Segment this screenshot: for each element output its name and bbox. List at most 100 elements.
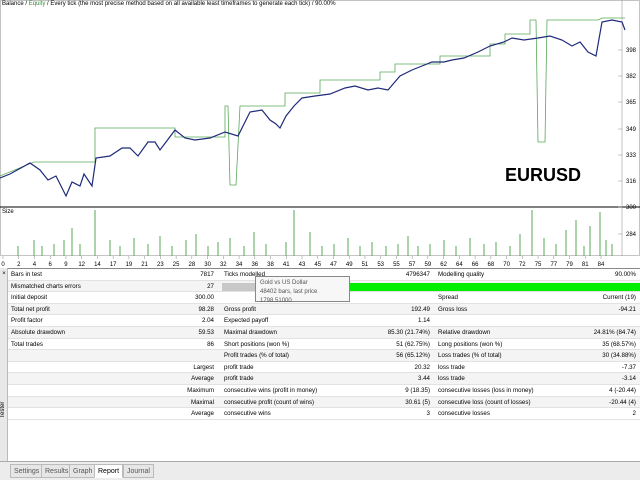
largest-label: Largest <box>193 363 214 371</box>
tab-settings[interactable]: Settings <box>10 464 44 478</box>
profit-factor-value: 2.04 <box>201 317 214 325</box>
net-profit-value: 98.28 <box>198 305 214 313</box>
balance-equity-chart: 398 382 365 349 333 316 300 284 0 2 4 6 9 12 14 17 19 21 2… <box>0 0 640 268</box>
absolute-drawdown-label: Absolute drawdown <box>11 329 66 336</box>
y-tick-label: 398 <box>626 48 637 54</box>
bars-label: Bars in test <box>11 271 42 278</box>
total-trades-label: Total trades <box>11 340 43 348</box>
tester-side-tab[interactable]: Tester <box>0 268 8 461</box>
avg-losses-label: consecutive losses <box>438 410 490 418</box>
y-tick-label: 316 <box>626 179 637 185</box>
chart-legend: Balance / Equity / Every tick (the most … <box>2 1 336 7</box>
size-label: Size <box>2 209 14 215</box>
tooltip-detail: 48402 bars, last price 1798.51000 <box>260 289 318 304</box>
mismatch-label: Mismatched charts errors <box>11 282 81 290</box>
average-profit-label: profit trade <box>224 375 254 383</box>
long-positions-label: Long positions (won %) <box>438 340 503 348</box>
spread-label: Spread <box>438 294 458 302</box>
relative-drawdown-label: Relative drawdown <box>438 329 491 336</box>
expected-payoff-label: Expected payoff <box>224 317 269 325</box>
long-positions-value: 35 (68.57%) <box>602 340 636 348</box>
equity-line <box>0 17 625 186</box>
maximal-loss-label: consecutive loss (count of losses) <box>438 398 531 406</box>
maximum-label: Maximum <box>187 387 214 394</box>
gross-profit-label: Gross profit <box>224 305 256 313</box>
max-losses-value: 4 (-20.44) <box>609 387 636 394</box>
largest-loss-value: -7.37 <box>621 363 636 371</box>
gross-profit-value: 192.49 <box>411 305 430 313</box>
max-losses-label: consecutive losses (loss in money) <box>438 387 534 394</box>
maximal-profit-value: 30.61 (5) <box>405 398 430 406</box>
maximal-label: Maximal <box>190 398 214 406</box>
chart-canvas: 3983823653493333163002840 2 4 6 9 12 14 17 19 21 2… <box>0 0 640 268</box>
maximal-profit-label: consecutive profit (count of wins) <box>224 398 315 406</box>
short-positions-label: Short positions (won %) <box>224 340 290 348</box>
legend-description: / Every tick (the most precise method ba… <box>45 1 336 7</box>
avg-wins-value: 3 <box>426 410 430 418</box>
largest-profit-label: profit trade <box>224 363 254 371</box>
y-tick-label: 333 <box>626 153 637 159</box>
y-tick-label: 382 <box>626 74 637 80</box>
largest-loss-label: loss trade <box>438 363 465 371</box>
spread-value: Current (19) <box>602 294 636 302</box>
table-row: Largest profit trade 20.32 loss trade -7… <box>8 362 640 374</box>
table-row: Maximum consecutive wins (profit in mone… <box>8 385 640 397</box>
average-profit-value: 3.44 <box>417 375 430 383</box>
avg-wins-label: consecutive wins <box>224 410 271 418</box>
table-row: Total trades 86 Short positions (won %) … <box>8 339 640 351</box>
mismatch-value: 27 <box>207 282 214 290</box>
y-tick-label: 300 <box>626 205 637 211</box>
absolute-drawdown-value: 59.53 <box>198 329 214 336</box>
tester-label: Tester <box>0 401 6 418</box>
symbol-overlay: EURUSD <box>505 165 582 185</box>
average-loss-value: -3.14 <box>621 375 636 383</box>
maximal-drawdown-label: Maximal drawdown <box>224 329 277 336</box>
gross-loss-label: Gross loss <box>438 305 468 313</box>
y-tick-label: 365 <box>626 100 637 106</box>
legend-equity: Equity <box>28 1 46 7</box>
table-row: Average profit trade 3.44 loss trade -3.… <box>8 373 640 385</box>
gross-loss-value: -94.21 <box>618 305 636 313</box>
tab-results[interactable]: Results <box>41 464 73 478</box>
profit-trades-label: Profit trades (% of total) <box>224 352 289 360</box>
table-row: Profit trades (% of total) 56 (65.12%) L… <box>8 350 640 362</box>
quality-label: Modelling quality <box>438 271 485 278</box>
largest-profit-value: 20.32 <box>414 363 430 371</box>
bars-value: 7817 <box>200 271 214 278</box>
average-consecutive-label: Average <box>191 410 214 418</box>
deposit-value: 300.00 <box>195 294 214 302</box>
deposit-label: Initial deposit <box>11 294 48 302</box>
max-wins-label: consecutive wins (profit in money) <box>224 387 318 394</box>
expected-payoff-value: 1.14 <box>417 317 430 325</box>
table-row: Average consecutive wins 3 consecutive l… <box>8 408 640 420</box>
ticks-value: 4796347 <box>405 271 430 278</box>
symbol-tooltip: Gold vs US Dollar 48402 bars, last price… <box>255 276 350 304</box>
total-trades-value: 86 <box>207 340 214 348</box>
y-tick-label: 284 <box>626 232 637 238</box>
maximal-drawdown-value: 85.30 (21.74%) <box>387 329 430 336</box>
net-profit-label: Total net profit <box>11 305 50 313</box>
table-row: Profit factor 2.04 Expected payoff 1.14 <box>8 315 640 327</box>
profit-factor-label: Profit factor <box>11 317 43 325</box>
tab-report[interactable]: Report <box>94 464 124 478</box>
average-loss-label: loss trade <box>438 375 465 383</box>
y-tick-label: 349 <box>626 127 637 133</box>
tab-graph[interactable]: Graph <box>69 464 97 478</box>
tooltip-title: Gold vs US Dollar <box>260 280 308 286</box>
legend-balance: Balance <box>2 1 24 7</box>
average-label: Average <box>191 375 214 383</box>
close-icon[interactable]: × <box>1 271 7 277</box>
tester-tabs: Settings Results Graph Report Journal <box>0 461 640 480</box>
short-positions-value: 51 (62.75%) <box>396 340 430 348</box>
loss-trades-label: Loss trades (% of total) <box>438 352 502 360</box>
tab-journal[interactable]: Journal <box>123 464 154 478</box>
relative-drawdown-value: 24.81% (84.74) <box>593 329 636 336</box>
max-wins-value: 9 (18.35) <box>405 387 430 394</box>
profit-trades-value: 56 (65.12%) <box>396 352 430 360</box>
maximal-loss-value: -20.44 (4) <box>609 398 636 406</box>
table-row: Absolute drawdown 59.53 Maximal drawdown… <box>8 327 640 339</box>
quality-value: 90.00% <box>615 271 636 278</box>
loss-trades-value: 30 (34.88%) <box>602 352 636 360</box>
avg-losses-value: 2 <box>632 410 636 418</box>
table-row: Maximal consecutive profit (count of win… <box>8 396 640 409</box>
